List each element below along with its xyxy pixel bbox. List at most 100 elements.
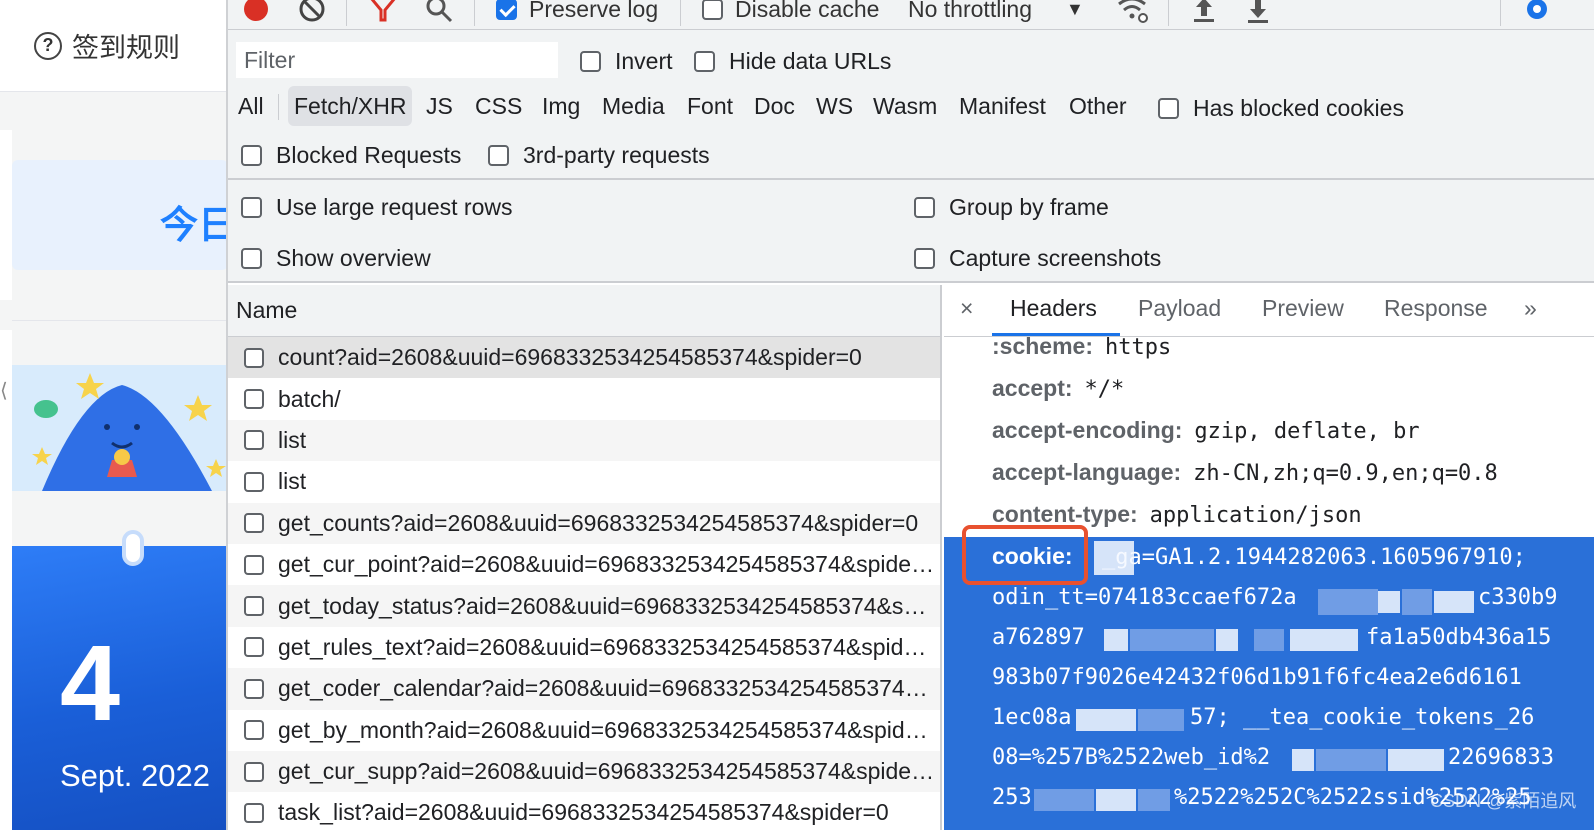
type-filter-media[interactable]: Media <box>596 86 671 126</box>
search-button[interactable] <box>424 0 454 26</box>
table-row[interactable]: get_cur_point?aid=2608&uuid=696833253425… <box>228 544 940 585</box>
sign-in-rules-link[interactable]: ? 签到规则 <box>0 0 226 92</box>
table-row[interactable]: get_cur_supp?aid=2608&uuid=6968332534254… <box>228 750 940 793</box>
search-icon <box>426 0 453 23</box>
record-button[interactable] <box>242 0 270 26</box>
watermark-text: CSDN @紫陌追风 <box>1430 791 1577 811</box>
type-filter-fetch-xhr[interactable]: Fetch/XHR <box>288 86 413 126</box>
group-by-frame-check[interactable] <box>914 197 935 218</box>
hide-data-urls-check[interactable] <box>694 51 715 72</box>
throttling-select[interactable]: No throttling ▼ <box>908 0 1084 26</box>
third-party-requests-label: 3rd-party requests <box>523 142 710 168</box>
tab-payload[interactable]: Payload <box>1138 295 1221 322</box>
table-row[interactable]: list <box>228 461 940 502</box>
filter-toggle-button[interactable] <box>368 0 398 26</box>
import-har-button[interactable] <box>1190 0 1218 26</box>
filter-input[interactable] <box>236 42 558 78</box>
invert-checkbox[interactable]: Invert <box>580 48 673 75</box>
redaction-blur <box>1290 629 1358 651</box>
table-row[interactable]: get_coder_calendar?aid=2608&uuid=6968332… <box>228 668 940 710</box>
row-checkbox[interactable] <box>244 761 264 782</box>
type-filter-doc[interactable]: Doc <box>748 86 801 126</box>
large-rows-label: Use large request rows <box>276 194 513 220</box>
throttling-value: No throttling <box>908 0 1033 22</box>
type-filter-other[interactable]: Other <box>1063 86 1133 126</box>
row-checkbox[interactable] <box>244 596 264 617</box>
blocked-requests-check[interactable] <box>241 145 262 166</box>
more-tabs-icon[interactable]: » <box>1524 295 1537 322</box>
cookie-text: c330b9 <box>1478 585 1558 610</box>
web-page-behind: ? 签到规则 今日 ⟨ 4 Sept. 2022 <box>0 0 228 830</box>
type-separator <box>278 94 279 120</box>
header-value: application/json <box>1149 503 1362 528</box>
has-blocked-cookies-check[interactable] <box>1158 98 1179 119</box>
row-checkbox[interactable] <box>244 513 264 534</box>
name-column-header[interactable]: Name <box>228 285 940 337</box>
row-checkbox[interactable] <box>244 430 264 451</box>
capture-screenshots-check[interactable] <box>914 248 935 269</box>
type-filter-font[interactable]: Font <box>681 86 739 126</box>
preserve-log-checkbox[interactable]: Preserve log <box>496 0 658 26</box>
redaction-blur <box>1104 629 1128 651</box>
has-blocked-cookies-checkbox[interactable]: Has blocked cookies <box>1158 95 1404 122</box>
table-row[interactable]: get_rules_text?aid=2608&uuid=69683325342… <box>228 627 940 668</box>
large-rows-check[interactable] <box>241 197 262 218</box>
type-filter-wasm[interactable]: Wasm <box>867 86 943 126</box>
table-row[interactable]: list <box>228 419 940 462</box>
tab-response[interactable]: Response <box>1384 295 1488 322</box>
export-har-button[interactable] <box>1244 0 1272 26</box>
row-checkbox[interactable] <box>244 347 264 368</box>
header-value: */* <box>1084 377 1125 402</box>
disable-cache-label: Disable cache <box>735 0 880 22</box>
hide-data-urls-checkbox[interactable]: Hide data URLs <box>694 48 891 75</box>
capture-screenshots-checkbox[interactable]: Capture screenshots <box>914 245 1161 272</box>
redaction-blur <box>1034 789 1094 811</box>
network-panel: Preserve log Disable cache No throttling… <box>228 0 1594 830</box>
show-overview-check[interactable] <box>241 248 262 269</box>
request-name: list <box>278 468 307 495</box>
large-rows-checkbox[interactable]: Use large request rows <box>241 194 513 221</box>
tab-preview[interactable]: Preview <box>1262 295 1344 322</box>
type-filter-js[interactable]: JS <box>420 86 459 126</box>
upload-icon <box>1194 0 1214 22</box>
type-filter-manifest[interactable]: Manifest <box>953 86 1052 126</box>
preserve-log-check[interactable] <box>496 0 517 20</box>
close-icon[interactable]: × <box>960 295 973 322</box>
row-checkbox[interactable] <box>244 637 264 658</box>
type-filter-ws[interactable]: WS <box>810 86 859 126</box>
row-checkbox[interactable] <box>244 389 264 410</box>
row-checkbox[interactable] <box>244 471 264 492</box>
invert-label: Invert <box>615 48 673 74</box>
row-checkbox[interactable] <box>244 720 264 741</box>
invert-check[interactable] <box>580 51 601 72</box>
type-filter-all[interactable]: All <box>232 86 270 126</box>
third-party-requests-check[interactable] <box>488 145 509 166</box>
today-label: 今日 <box>160 205 226 247</box>
table-row[interactable]: get_by_month?aid=2608&uuid=6968332534254… <box>228 710 940 751</box>
disable-cache-check[interactable] <box>702 0 723 20</box>
blocked-requests-checkbox[interactable]: Blocked Requests <box>241 142 461 169</box>
table-row[interactable]: batch/ <box>228 378 940 419</box>
type-filter-img[interactable]: Img <box>536 86 586 126</box>
question-icon: ? <box>34 31 62 60</box>
redaction-blur <box>1434 591 1474 613</box>
clear-button[interactable] <box>298 0 326 26</box>
group-by-frame-checkbox[interactable]: Group by frame <box>914 194 1109 221</box>
toolbar-separator <box>1168 0 1169 26</box>
network-conditions-button[interactable] <box>1116 0 1150 26</box>
row-checkbox[interactable] <box>244 554 264 575</box>
header-key: content-type: <box>992 501 1138 527</box>
row-checkbox[interactable] <box>244 802 264 823</box>
table-row[interactable]: get_counts?aid=2608&uuid=696833253425458… <box>228 502 940 544</box>
network-settings-button[interactable] <box>1522 0 1552 26</box>
table-row[interactable]: get_today_status?aid=2608&uuid=696833253… <box>228 585 940 627</box>
table-row[interactable]: count?aid=2608&uuid=6968332534254585374&… <box>228 337 940 379</box>
row-checkbox[interactable] <box>244 678 264 699</box>
type-filter-css[interactable]: CSS <box>469 86 528 126</box>
tab-headers[interactable]: Headers <box>1010 295 1097 322</box>
table-row[interactable]: task_list?aid=2608&uuid=6968332534254585… <box>228 792 940 830</box>
group-by-frame-label: Group by frame <box>949 194 1109 220</box>
third-party-requests-checkbox[interactable]: 3rd-party requests <box>488 142 710 169</box>
show-overview-checkbox[interactable]: Show overview <box>241 245 431 272</box>
disable-cache-checkbox[interactable]: Disable cache <box>702 0 879 26</box>
